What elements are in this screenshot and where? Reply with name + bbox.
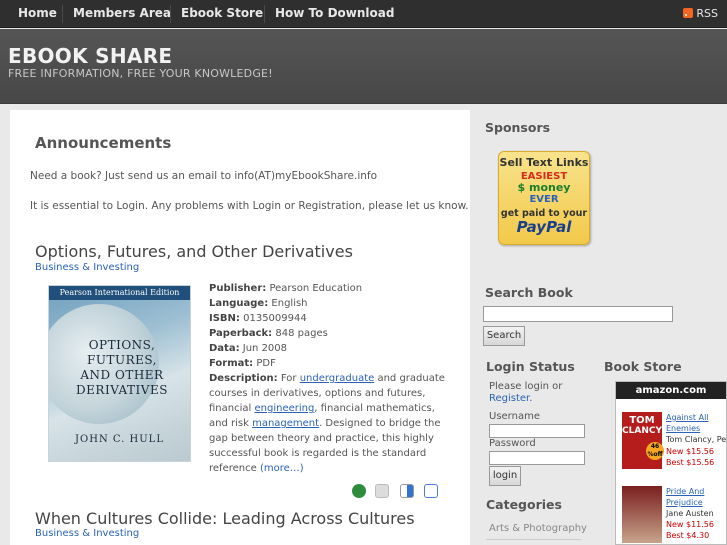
- book-best-price: Best $15.56: [666, 458, 715, 467]
- book-best-price: Best $4.30: [666, 531, 710, 540]
- search-input[interactable]: [483, 306, 673, 322]
- register-link[interactable]: Register.: [489, 393, 532, 404]
- description: Description: For undergraduate and gradu…: [209, 373, 445, 474]
- amazon-logo[interactable]: amazon.com: [616, 382, 726, 399]
- book-title-link[interactable]: Prejudice: [666, 497, 703, 508]
- link-engineering[interactable]: engineering: [254, 403, 314, 414]
- rss-icon: [683, 8, 694, 18]
- site-tagline: FREE INFORMATION, FREE YOUR KNOWLEDGE!: [8, 67, 273, 80]
- nav-how-to-download[interactable]: How To Download: [275, 0, 394, 28]
- categories-heading: Categories: [486, 497, 562, 512]
- search-button[interactable]: Search: [483, 326, 525, 346]
- book-title-link[interactable]: Enemies: [666, 423, 700, 434]
- book-cover-image[interactable]: Pearson International Edition OPTIONS, F…: [48, 285, 191, 462]
- rss-label: RSS: [696, 7, 718, 20]
- google-icon[interactable]: [424, 484, 438, 498]
- delicious-icon[interactable]: [400, 484, 414, 498]
- book-store-heading: Book Store: [604, 359, 682, 374]
- login-button[interactable]: login: [489, 466, 521, 486]
- username-field[interactable]: [489, 424, 585, 438]
- announcement-login: It is essential to Login. Any problems w…: [30, 200, 469, 212]
- stumbleupon-icon[interactable]: [352, 484, 366, 498]
- paperback-row: Paperback: 848 pages: [209, 328, 328, 339]
- link-undergraduate[interactable]: undergraduate: [300, 373, 375, 384]
- nav-divider: [264, 5, 265, 23]
- cover-edition-label: Pearson International Edition: [49, 286, 190, 300]
- amazon-widget: amazon.com TOM CLANCY 46 %off Against Al…: [615, 381, 727, 545]
- link-management[interactable]: management: [252, 418, 319, 429]
- discount-badge: 46 %off: [646, 442, 664, 460]
- announcements-heading: Announcements: [35, 134, 172, 152]
- site-title[interactable]: EBOOK SHARE: [8, 44, 172, 68]
- cover-title: OPTIONS, FUTURES, AND OTHER DERIVATIVES: [76, 338, 168, 397]
- post-title[interactable]: When Cultures Collide: Leading Across Cu…: [35, 509, 415, 528]
- book-author: Tom Clancy, Pete: [666, 435, 727, 444]
- post-category[interactable]: Business & Investing: [35, 528, 139, 539]
- isbn-row: ISBN: 0135009944: [209, 313, 307, 324]
- cover-author: JOHN C. HULL: [75, 434, 164, 445]
- book-thumbnail[interactable]: TOM CLANCY 46 %off: [622, 412, 664, 469]
- username-label: Username: [489, 411, 540, 422]
- nav-divider: [170, 5, 171, 23]
- post-title[interactable]: Options, Futures, and Other Derivatives: [35, 242, 353, 261]
- book-title-link[interactable]: Against All: [666, 412, 709, 423]
- book-title-link[interactable]: Pride And: [666, 486, 704, 497]
- book-author: Jane Austen: [666, 509, 714, 518]
- nav-divider: [62, 5, 63, 23]
- book-new-price: New $15.56: [666, 447, 714, 456]
- nav-members-area[interactable]: Members Area: [73, 0, 171, 28]
- main-content: Announcements Need a book? Just send us …: [10, 110, 470, 545]
- login-status-heading: Login Status: [486, 359, 575, 374]
- publisher-row: Publisher: Pearson Education: [209, 283, 363, 294]
- language-row: Language: English: [209, 298, 308, 309]
- book-thumbnail[interactable]: [622, 486, 662, 543]
- sponsors-heading: Sponsors: [485, 120, 551, 135]
- nav-home[interactable]: Home: [18, 0, 57, 28]
- book-new-price: New $11.56: [666, 520, 714, 529]
- digg-icon[interactable]: [375, 484, 389, 498]
- category-link-arts-photography[interactable]: Arts & Photography: [489, 523, 587, 534]
- site-header: EBOOK SHARE FREE INFORMATION, FREE YOUR …: [0, 29, 727, 104]
- announcement-email: Need a book? Just send us an email to in…: [30, 170, 378, 182]
- rss-link[interactable]: RSS: [683, 7, 718, 20]
- login-prompt: Please login or: [489, 381, 563, 392]
- nav-ebook-store[interactable]: Ebook Store: [181, 0, 263, 28]
- top-navigation-bar: Home Members Area Ebook Store How To Dow…: [0, 0, 727, 28]
- book-details: Publisher: Pearson Education Language: E…: [209, 281, 449, 476]
- search-heading: Search Book: [485, 285, 573, 300]
- password-field[interactable]: [489, 451, 585, 465]
- format-row: Format: PDF: [209, 358, 276, 369]
- password-label: Password: [489, 438, 536, 449]
- register-link-line: Register.: [489, 393, 532, 404]
- paypal-sponsor-ad[interactable]: Sell Text Links EASIEST $ money EVER get…: [498, 151, 590, 245]
- post-category[interactable]: Business & Investing: [35, 262, 139, 273]
- read-more-link[interactable]: (more…): [260, 463, 304, 474]
- category-divider: [486, 539, 581, 540]
- data-row: Data: Jun 2008: [209, 343, 288, 354]
